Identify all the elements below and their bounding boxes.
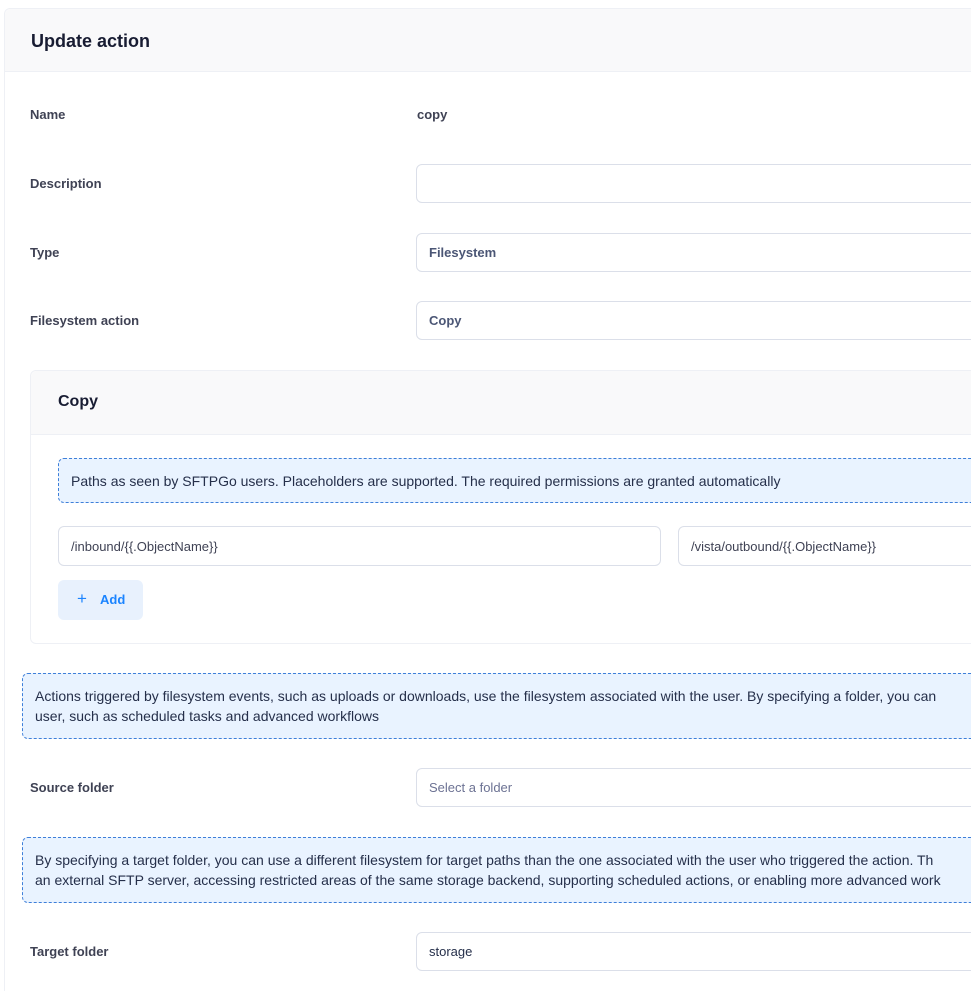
filesystem-action-value: Copy	[429, 313, 462, 328]
target-folder-info-notice: By specifying a target folder, you can u…	[22, 837, 971, 903]
type-select-value: Filesystem	[429, 245, 497, 260]
folder-info-line2: user, such as scheduled tasks and advanc…	[35, 708, 379, 724]
description-label: Description	[30, 176, 102, 191]
target-path-value: /vista/outbound/{{.ObjectName}}	[691, 539, 877, 554]
copy-section-header: Copy	[31, 371, 971, 435]
target-folder-value: storage	[429, 944, 473, 959]
target-info-line1: By specifying a target folder, you can u…	[35, 852, 934, 868]
page-title: Update action	[31, 31, 151, 51]
paths-info-text: Paths as seen by SFTPGo users. Placehold…	[71, 473, 781, 489]
target-folder-label: Target folder	[30, 944, 109, 959]
copy-section: Copy	[30, 370, 971, 644]
type-label: Type	[30, 245, 60, 260]
add-path-label: Add	[100, 592, 126, 607]
name-label: Name	[30, 107, 66, 122]
name-value: copy	[417, 107, 448, 122]
add-path-button[interactable]: + Add	[58, 580, 143, 620]
plus-icon: +	[77, 589, 87, 608]
paths-info-notice: Paths as seen by SFTPGo users. Placehold…	[58, 458, 971, 503]
folder-info-notice: Actions triggered by filesystem events, …	[22, 673, 971, 739]
filesystem-action-select[interactable]: Copy	[416, 301, 971, 340]
target-folder-select[interactable]: storage	[416, 932, 971, 971]
target-path-input[interactable]: /vista/outbound/{{.ObjectName}}	[678, 526, 971, 566]
source-folder-select[interactable]: Select a folder	[416, 768, 971, 807]
source-folder-label: Source folder	[30, 780, 114, 795]
source-path-value: /inbound/{{.ObjectName}}	[71, 539, 218, 554]
description-input[interactable]	[416, 164, 971, 203]
target-info-line2: an external SFTP server, accessing restr…	[35, 872, 941, 888]
type-select[interactable]: Filesystem	[416, 233, 971, 272]
copy-section-title: Copy	[58, 393, 98, 410]
folder-info-line1: Actions triggered by filesystem events, …	[35, 688, 937, 704]
source-path-input[interactable]: /inbound/{{.ObjectName}}	[58, 526, 661, 566]
source-folder-placeholder: Select a folder	[429, 780, 513, 795]
card-header: Update action	[5, 9, 971, 72]
filesystem-action-label: Filesystem action	[30, 313, 140, 328]
